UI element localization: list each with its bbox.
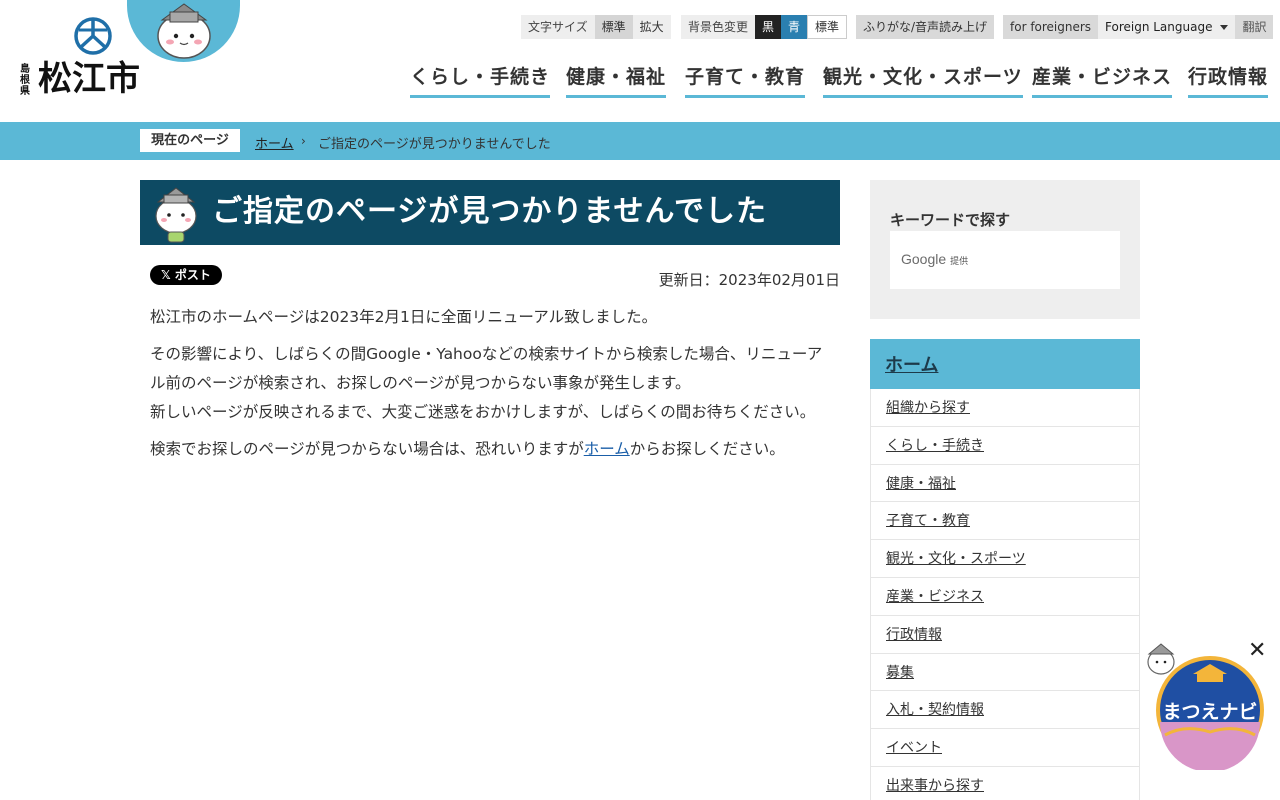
side-nav-item[interactable]: 子育て・教育 [871,502,1139,541]
paragraph: その影響により、しばらくの間Google・Yahooなどの検索サイトから検索した… [150,345,823,392]
side-nav-item-label: 出来事から探す [886,777,984,794]
paragraph-text: からお探しください。 [629,440,785,458]
side-nav-item-label: 子育て・教育 [886,513,970,530]
language-select[interactable]: Foreign Language [1098,15,1236,39]
nav-administration[interactable]: 行政情報 [1188,62,1269,98]
matsue-navi-widget: まつえナビ ✕ [1145,640,1270,772]
side-nav-item[interactable]: 行政情報 [871,616,1139,654]
page-body: 松江市のホームページは2023年2月1日に全面リニューアル致しました。 その影響… [150,303,832,472]
nav-living[interactable]: くらし・手続き [410,62,551,98]
google-provided-text: 提供 [950,256,969,266]
keyword-search-input[interactable]: Google 提供 [890,231,1120,289]
updated-date: 更新日：2023年02月01日 [658,271,840,289]
breadcrumb-label: 現在のページ [140,129,240,152]
close-icon[interactable]: ✕ [1248,640,1266,662]
home-link[interactable]: ホーム [584,440,630,458]
paragraph-text: 検索でお探しのページが見つからない場合は、恐れいりますが [150,440,584,458]
side-nav-item[interactable]: くらし・手続き [871,427,1139,465]
text-size-control: 文字サイズ 標準 拡大 [521,15,671,39]
text-size-standard-button[interactable]: 標準 [594,15,633,39]
side-nav-item-label: 行政情報 [886,626,942,643]
bg-color-control: 背景色変更 黒 青 標準 [681,15,848,39]
side-nav-item[interactable]: 出来事から探す [871,767,1139,800]
bg-color-label: 背景色変更 [681,15,756,39]
bg-standard-button[interactable]: 標準 [807,15,848,39]
side-nav-item[interactable]: 産業・ビジネス [871,578,1139,616]
google-logo-text: Google [901,251,947,267]
for-foreigners-button[interactable]: for foreigners [1003,15,1099,39]
text-size-large-button[interactable]: 拡大 [632,15,671,39]
furigana-control: ふりがな/音声読み上げ [856,15,995,39]
mascot-icon [155,187,197,243]
paragraph-group: その影響により、しばらくの間Google・Yahooなどの検索サイトから検索した… [150,340,832,427]
site-header: 島根県 松江市 文字サイズ 標準 拡大 背景色変更 黒 青 標準 ふりがな/音声… [0,0,1280,122]
side-nav-item[interactable]: 観光・文化・スポーツ [871,540,1139,578]
side-nav-item[interactable]: 組織から探す [871,389,1139,427]
nav-health[interactable]: 健康・福祉 [566,62,667,98]
side-nav-item[interactable]: 健康・福祉 [871,465,1139,503]
nav-tourism[interactable]: 観光・文化・スポーツ [823,62,1023,98]
chevron-right-icon: › [301,134,306,148]
text-size-label: 文字サイズ [521,15,595,39]
side-nav-item-label: 健康・福祉 [886,475,956,492]
side-nav-item-label: 観光・文化・スポーツ [886,551,1026,568]
bg-black-button[interactable]: 黒 [755,15,782,39]
navi-label: まつえナビ [1162,701,1257,723]
translate-button[interactable]: 翻訳 [1235,15,1274,39]
side-nav-item[interactable]: 入札・契約情報 [871,691,1139,730]
city-emblem-icon [74,17,112,55]
page-title: ご指定のページが見つかりませんでした [212,194,767,229]
chevron-down-icon [1220,24,1229,30]
side-nav-item-label: 募集 [886,664,914,681]
site-logo[interactable]: 島根県 松江市 [20,14,150,104]
breadcrumb-home-link[interactable]: ホーム [255,133,294,152]
side-nav-item[interactable]: イベント [871,729,1139,767]
side-nav-list: 組織から探す くらし・手続き 健康・福祉 子育て・教育 観光・文化・スポーツ 産… [870,389,1140,800]
foreigners-control: for foreigners [1003,15,1099,39]
paragraph: 新しいページが反映されるまで、大変ご迷惑をおかけしますが、しばらくの間お待ちくだ… [150,403,816,421]
side-nav-item-label: 入札・契約情報 [886,702,984,719]
side-nav: ホーム 組織から探す くらし・手続き 健康・福祉 子育て・教育 観光・文化・スポ… [870,339,1140,800]
keyword-search-box: キーワードで探す Google 提供 [870,180,1140,319]
prefecture-name: 島根県 [20,64,30,97]
x-post-button[interactable]: 𝕏 ポスト [150,265,222,285]
paragraph: 松江市のホームページは2023年2月1日に全面リニューアル致しました。 [150,308,658,326]
mascot-icon [157,3,211,59]
language-select-value: Foreign Language [1105,20,1213,34]
side-nav-item-label: 産業・ビジネス [886,588,984,605]
side-nav-home-link[interactable]: ホーム [870,339,1140,389]
city-name: 松江市 [38,59,140,99]
furigana-button[interactable]: ふりがな/音声読み上げ [856,15,995,39]
nav-business[interactable]: 産業・ビジネス [1032,62,1173,98]
side-nav-item-label: イベント [886,740,942,757]
side-nav-item-label: 組織から探す [886,400,970,416]
keyword-search-title: キーワードで探す [890,211,1011,229]
side-nav-item[interactable]: 募集 [871,654,1139,692]
breadcrumb-current: ご指定のページが見つかりませんでした [318,137,551,152]
paragraph: 検索でお探しのページが見つからない場合は、恐れいりますがホームからお探しください… [150,435,832,464]
language-control: Foreign Language 翻訳 [1098,15,1274,39]
page-title-banner: ご指定のページが見つかりませんでした [140,180,840,245]
nav-childcare[interactable]: 子育て・教育 [685,62,806,98]
side-nav-item-label: くらし・手続き [886,437,984,454]
bg-blue-button[interactable]: 青 [781,15,808,39]
breadcrumb: 現在のページ ホーム › ご指定のページが見つかりませんでした [0,122,1280,160]
google-label: Google 提供 [901,251,968,267]
